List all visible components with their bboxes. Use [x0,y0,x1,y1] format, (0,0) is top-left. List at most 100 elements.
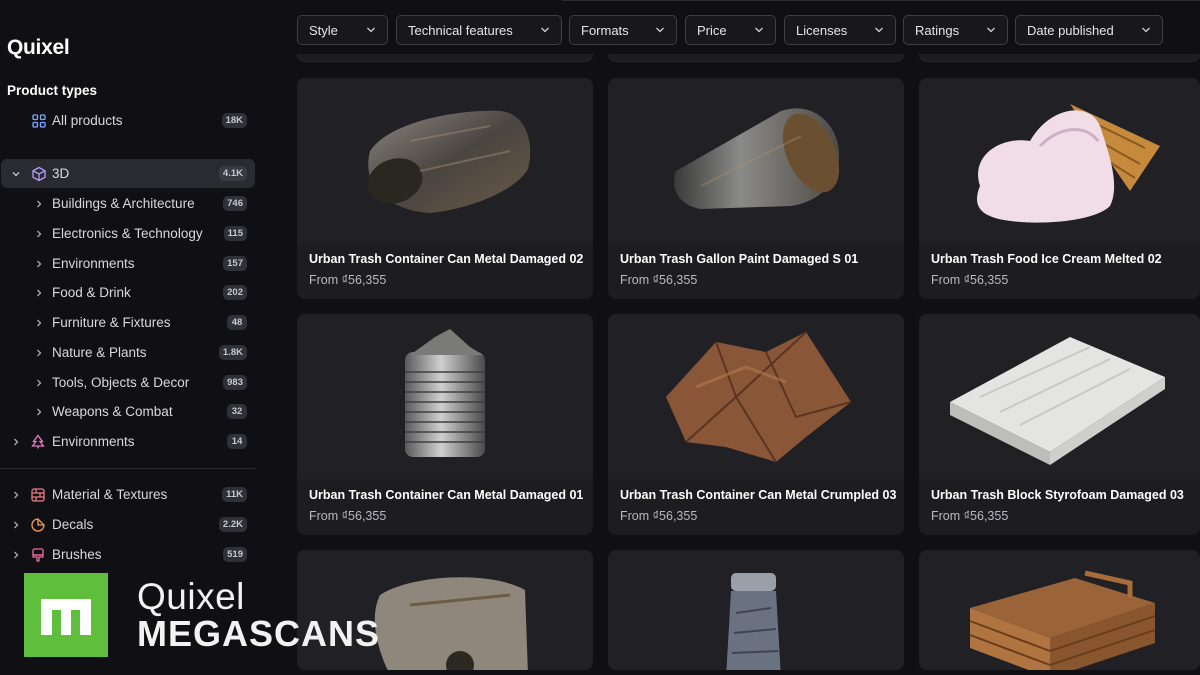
styrofoam-block-image [949,336,1165,465]
filter-technical-features-dropdown[interactable]: Technical features [396,15,562,45]
product-title[interactable]: Urban Trash Container Can Metal Crumpled… [620,488,896,502]
chevron-right-icon[interactable] [11,490,21,500]
chevron-right-icon[interactable] [34,407,44,417]
spray-can-image [726,572,781,670]
count-badge: 115 [223,226,247,241]
sidebar-subitem-environments[interactable]: Environments 157 [0,249,256,278]
tree-icon [30,433,46,450]
sidebar-item-3d[interactable]: 3D 4.1K [1,159,255,188]
product-price: From ₫56,355 [620,509,698,523]
chevron-right-icon[interactable] [34,348,44,358]
filter-ratings-dropdown[interactable]: Ratings [903,15,1008,45]
product-types-heading: Product types [7,83,98,98]
chevron-right-icon[interactable] [34,199,44,209]
filter-label: Date published [1027,22,1114,38]
sidebar-item-brushes[interactable]: Brushes 519 [0,540,256,569]
sidebar-item-label: Electronics & Technology [52,226,203,241]
sidebar-item-materials[interactable]: Material & Textures 11K [0,480,256,509]
product-card[interactable]: Urban Trash Food Ice Cream Melted 02 Fro… [919,78,1200,299]
sidebar-item-label: Food & Drink [52,285,131,300]
product-title[interactable]: Urban Trash Container Can Metal Damaged … [309,252,583,266]
product-thumbnail [919,550,1200,670]
watermark-megascans-text: MEGASCANS [137,613,381,654]
product-card[interactable]: Urban Trash Gallon Paint Damaged S 01 Fr… [608,78,904,299]
decal-sticker-icon [30,517,46,533]
product-thumbnail [297,78,593,243]
sidebar-item-label: Nature & Plants [52,345,147,360]
wooden-crate-image [969,570,1155,670]
product-card-previous-row[interactable] [608,54,904,62]
filter-price-dropdown[interactable]: Price [685,15,776,45]
filter-label: Formats [581,22,629,38]
product-card[interactable]: Urban Trash Block Styrofoam Damaged 03 F… [919,314,1200,535]
sidebar-subitem-buildings[interactable]: Buildings & Architecture 746 [0,189,256,218]
product-price: From ₫56,355 [309,273,387,287]
sidebar-item-decals[interactable]: Decals 2.2K [0,510,256,539]
sidebar-subitem-food[interactable]: Food & Drink 202 [0,278,256,307]
product-title[interactable]: Urban Trash Container Can Metal Damaged … [309,488,583,502]
sidebar-divider [0,468,255,469]
filter-label: Ratings [915,22,960,38]
product-card-previous-row[interactable] [919,54,1200,62]
sidebar-item-label: Environments [52,256,135,271]
sidebar-item-label: 3D [52,166,70,181]
product-card[interactable] [608,550,904,670]
product-card-previous-row[interactable] [297,54,593,62]
product-title[interactable]: Urban Trash Block Styrofoam Damaged 03 [931,488,1184,502]
sidebar-item-label: Decals [52,517,94,532]
filter-style-dropdown[interactable]: Style [297,15,388,45]
count-badge: 32 [227,404,247,419]
filter-label: Style [309,22,338,38]
sidebar-subitem-electronics[interactable]: Electronics & Technology 115 [0,219,256,248]
chevron-right-icon[interactable] [34,229,44,239]
count-badge: 11K [222,487,247,502]
product-card[interactable]: Urban Trash Container Can Metal Damaged … [297,78,593,299]
chevron-right-icon[interactable] [34,378,44,388]
chevron-down-icon [656,27,664,33]
sidebar-item-label: Furniture & Fixtures [52,315,171,330]
product-card[interactable] [919,550,1200,670]
sidebar-item-all-products[interactable]: All products 18K [0,106,256,135]
chevron-right-icon[interactable] [11,437,21,447]
chevron-down-icon[interactable] [11,169,21,179]
product-thumbnail [608,550,904,670]
count-badge: 157 [223,256,247,271]
brand-logo[interactable]: Quixel [7,36,70,60]
crumpled-rusty-metal-image [666,330,852,463]
product-card[interactable]: Urban Trash Container Can Metal Crumpled… [608,314,904,535]
chevron-down-icon [755,27,763,33]
product-price: From ₫56,355 [931,509,1009,523]
filter-licenses-dropdown[interactable]: Licenses [784,15,896,45]
chevron-down-icon [1142,27,1150,33]
sidebar-item-label: Brushes [52,547,102,562]
sidebar-item-environments[interactable]: Environments 14 [0,427,256,456]
sidebar-subitem-tools[interactable]: Tools, Objects & Decor 983 [0,368,256,397]
chevron-down-icon [875,27,883,33]
product-card[interactable]: Urban Trash Container Can Metal Damaged … [297,314,593,535]
sidebar-subitem-nature[interactable]: Nature & Plants 1.8K [0,338,256,367]
paint-gallon-image [673,107,840,209]
filter-date-published-dropdown[interactable]: Date published [1015,15,1163,45]
count-badge: 48 [227,315,247,330]
filter-label: Price [697,22,727,38]
sidebar-subitem-furniture[interactable]: Furniture & Fixtures 48 [0,308,256,337]
product-thumbnail [919,78,1200,243]
product-price: From ₫56,355 [620,273,698,287]
product-price: From ₫56,355 [309,509,387,523]
chevron-right-icon[interactable] [34,259,44,269]
product-title[interactable]: Urban Trash Gallon Paint Damaged S 01 [620,252,858,266]
chevron-right-icon[interactable] [11,550,21,560]
count-badge: 18K [221,113,247,128]
cube-icon [31,166,47,182]
sidebar-subitem-weapons[interactable]: Weapons & Combat 32 [0,397,256,426]
count-badge: 4.1K [218,166,247,181]
sidebar-item-label: All products [52,113,123,128]
chevron-right-icon[interactable] [11,520,21,530]
product-title[interactable]: Urban Trash Food Ice Cream Melted 02 [931,252,1162,266]
chevron-right-icon[interactable] [34,318,44,328]
sidebar-item-label: Tools, Objects & Decor [52,375,190,390]
sidebar-item-label: Buildings & Architecture [52,196,195,211]
filter-formats-dropdown[interactable]: Formats [569,15,677,45]
grid-icon [31,113,47,129]
chevron-right-icon[interactable] [34,288,44,298]
